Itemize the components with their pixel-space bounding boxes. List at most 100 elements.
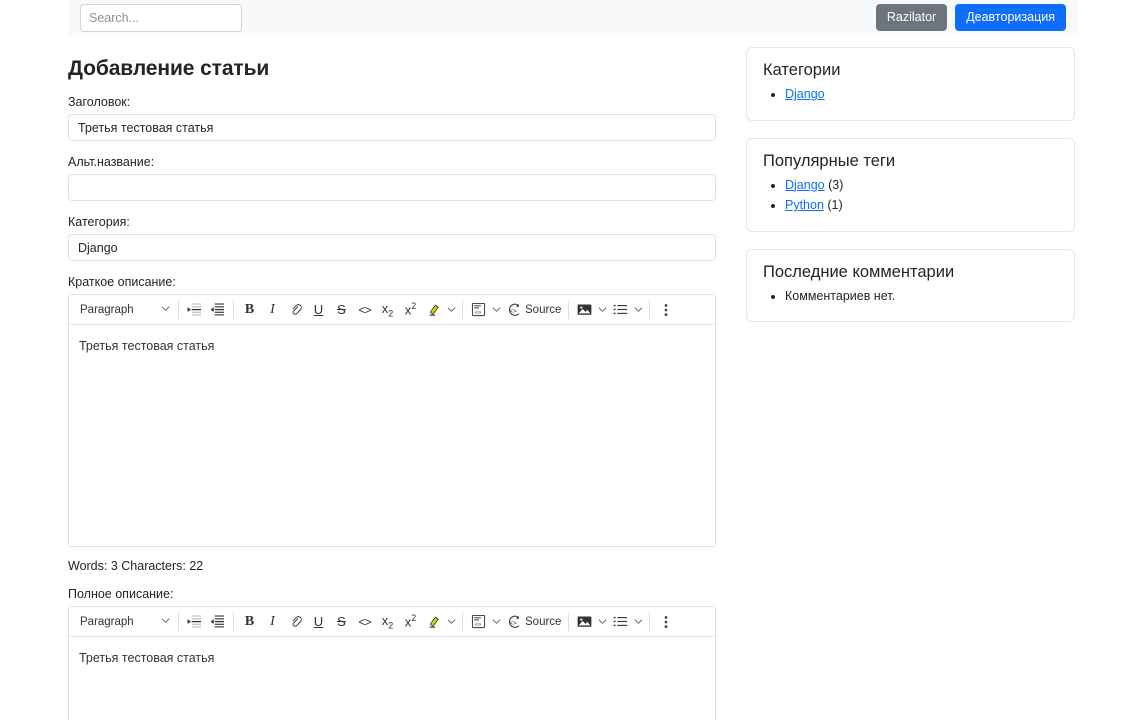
full-description-text: Третья тестовая статья [79, 651, 215, 665]
toolbar-separator [178, 300, 179, 319]
search-input[interactable] [80, 3, 242, 32]
underline-icon[interactable]: U [307, 299, 330, 321]
full-description-label: Полное описание: [68, 587, 174, 601]
source-editing-button[interactable]: <> Source [503, 611, 564, 633]
toolbar-separator [462, 612, 463, 631]
top-navbar: Razilator Деавторизация [68, 0, 1078, 35]
indent-icon[interactable] [206, 611, 229, 633]
page-title: Добавление статьи [68, 57, 270, 80]
short-description-text: Третья тестовая статья [79, 339, 215, 353]
paragraph-style-label: Paragraph [80, 303, 134, 316]
more-options-icon[interactable] [654, 611, 677, 633]
template-chevron-down-icon[interactable] [490, 617, 503, 626]
paragraph-style-dropdown[interactable]: Paragraph [74, 611, 174, 633]
tag-link[interactable]: Python [785, 198, 824, 212]
highlight-icon[interactable] [422, 611, 445, 633]
list-item: Комментариев нет. [785, 286, 1058, 307]
toolbar-separator [233, 300, 234, 319]
image-chevron-down-icon[interactable] [596, 305, 609, 314]
image-icon[interactable] [573, 299, 596, 321]
recent-comments-card: Последние комментарии Комментариев нет. [746, 248, 1075, 322]
empty-comments-text: Комментариев нет. [785, 288, 896, 303]
categories-card: Категории Django [746, 47, 1075, 121]
superscript-icon[interactable]: x2 [399, 611, 422, 633]
highlight-chevron-down-icon[interactable] [445, 617, 458, 626]
toolbar-separator [649, 300, 651, 319]
image-chevron-down-icon[interactable] [596, 617, 609, 626]
bold-icon[interactable]: B [238, 611, 261, 633]
source-editing-button[interactable]: <> Source [503, 299, 564, 321]
title-input[interactable] [68, 114, 716, 141]
italic-icon[interactable]: I [261, 611, 284, 633]
editor-toolbar: Paragraph B I U S <> x2 x2 <> <> Source [69, 607, 715, 637]
tag-count: (3) [824, 177, 844, 192]
navbar-actions: Razilator Деавторизация [875, 4, 1066, 31]
code-icon[interactable]: <> [353, 611, 376, 633]
paragraph-style-dropdown[interactable]: Paragraph [74, 299, 174, 321]
highlight-icon[interactable] [422, 299, 445, 321]
indent-icon[interactable] [206, 299, 229, 321]
outdent-icon[interactable] [183, 299, 206, 321]
list-chevron-down-icon[interactable] [632, 617, 645, 626]
short-description-content[interactable]: Третья тестовая статья [69, 325, 715, 546]
strikethrough-icon[interactable]: S [330, 611, 353, 633]
superscript-icon[interactable]: x2 [399, 299, 422, 321]
short-description-editor: Paragraph B I U S <> x2 x2 <> <> Source … [68, 294, 716, 547]
italic-icon[interactable]: I [261, 299, 284, 321]
paragraph-style-label: Paragraph [80, 615, 134, 628]
category-input[interactable] [68, 234, 716, 261]
popular-tags-list: Django (3) Python (1) [763, 175, 1058, 216]
alt-name-input[interactable] [68, 174, 716, 201]
code-icon[interactable]: <> [353, 299, 376, 321]
logout-button[interactable]: Деавторизация [955, 4, 1066, 31]
category-link[interactable]: Django [785, 87, 825, 101]
svg-text:<>: <> [475, 622, 482, 628]
tag-link[interactable]: Django [785, 178, 825, 192]
image-icon[interactable] [573, 611, 596, 633]
chevron-down-icon [161, 616, 170, 628]
full-description-content[interactable]: Третья тестовая статья [69, 637, 715, 720]
list-item: Django (3) [785, 175, 1058, 196]
link-icon[interactable] [284, 611, 307, 633]
word-count-status: Words: 3 Characters: 22 [68, 559, 204, 573]
source-editing-label: Source [525, 303, 562, 316]
app-root: Razilator Деавторизация Добавление стать… [0, 0, 1126, 720]
bold-icon[interactable]: B [238, 299, 261, 321]
outdent-icon[interactable] [183, 611, 206, 633]
underline-icon[interactable]: U [307, 611, 330, 633]
popular-tags-card: Популярные теги Django (3) Python (1) [746, 137, 1075, 232]
subscript-icon[interactable]: x2 [376, 611, 399, 633]
title-field-label: Заголовок: [68, 95, 131, 109]
svg-text:<>: <> [509, 307, 517, 314]
bulleted-list-icon[interactable] [609, 299, 632, 321]
highlight-chevron-down-icon[interactable] [445, 305, 458, 314]
toolbar-separator [178, 612, 179, 631]
user-button[interactable]: Razilator [875, 4, 948, 31]
category-field-label: Категория: [68, 215, 130, 229]
source-editing-label: Source [525, 615, 562, 628]
categories-card-title: Категории [763, 61, 841, 79]
recent-comments-list: Комментариев нет. [763, 286, 1058, 307]
short-description-label: Краткое описание: [68, 275, 176, 289]
toolbar-separator [568, 612, 570, 631]
sidebar: Категории Django Популярные теги Django … [746, 47, 1075, 339]
toolbar-separator [462, 300, 463, 319]
tag-count: (1) [823, 198, 843, 212]
popular-tags-card-title: Популярные теги [763, 151, 896, 170]
template-chevron-down-icon[interactable] [490, 305, 503, 314]
list-item: Python (1) [785, 195, 1058, 216]
subscript-icon[interactable]: x2 [376, 299, 399, 321]
bulleted-list-icon[interactable] [609, 611, 632, 633]
recent-comments-card-title: Последние комментарии [763, 262, 955, 281]
categories-list: Django [763, 84, 1058, 105]
toolbar-separator [568, 300, 570, 319]
toolbar-separator [649, 612, 651, 631]
list-chevron-down-icon[interactable] [632, 305, 645, 314]
main-column: Добавление статьи Заголовок: Альт.назван… [68, 35, 718, 720]
full-description-editor: Paragraph B I U S <> x2 x2 <> <> Source … [68, 606, 716, 720]
insert-template-icon[interactable]: <> [467, 299, 490, 321]
strikethrough-icon[interactable]: S [330, 299, 353, 321]
insert-template-icon[interactable]: <> [467, 611, 490, 633]
more-options-icon[interactable] [654, 299, 677, 321]
link-icon[interactable] [284, 299, 307, 321]
